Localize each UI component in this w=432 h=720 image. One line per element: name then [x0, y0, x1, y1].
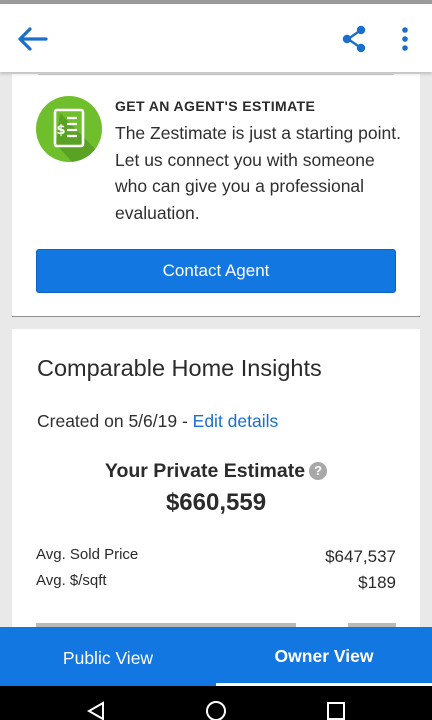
avg-sold-price-value: $647,537 — [325, 547, 396, 566]
section-divider — [12, 316, 420, 317]
view-tab-bar: Public View Owner View — [0, 627, 432, 686]
private-estimate-value: $660,559 — [165, 489, 267, 516]
private-estimate-label: Your Private Estimate — [104, 460, 306, 482]
comparable-insights-card: Comparable Home Insights Created on 5/6/… — [12, 329, 420, 649]
tab-public-view-label: Public View — [62, 648, 154, 668]
system-navigation-bar — [0, 686, 432, 720]
agent-estimate-description: The Zestimate is just a starting point. … — [115, 123, 401, 223]
clipped-stat-row — [36, 619, 396, 627]
svg-text:$: $ — [56, 123, 65, 138]
avg-price-per-sqft-label: Avg. $/sqft — [36, 572, 107, 589]
created-date-row: Created on 5/6/19 - Edit details — [37, 411, 278, 432]
tab-owner-view[interactable]: Owner View — [216, 627, 432, 686]
nav-back-icon[interactable] — [85, 700, 107, 720]
avg-price-per-sqft-value: $189 — [358, 573, 396, 592]
more-vertical-icon[interactable] — [394, 24, 416, 54]
help-icon[interactable]: ? — [309, 462, 328, 480]
nav-home-icon[interactable] — [205, 700, 227, 720]
created-date-text: Created on 5/6/19 - — [37, 411, 193, 431]
card-top-divider — [38, 74, 394, 75]
agent-estimate-card: $ GET AN AGENT'S ESTIMATE The Zestimate … — [12, 74, 420, 316]
nav-recents-icon[interactable] — [325, 700, 347, 720]
app-toolbar — [0, 4, 432, 72]
document-dollar-icon: $ — [36, 96, 102, 162]
contact-agent-button[interactable]: Contact Agent — [36, 249, 396, 293]
private-estimate-heading: Your Private Estimate? — [12, 460, 420, 483]
insights-title: Comparable Home Insights — [37, 355, 322, 381]
edit-details-link[interactable]: Edit details — [193, 411, 279, 431]
share-icon[interactable] — [340, 24, 370, 54]
agent-estimate-title: GET AN AGENT'S ESTIMATE — [115, 98, 316, 114]
tab-owner-view-label: Owner View — [274, 646, 374, 666]
avg-sold-price-label: Avg. Sold Price — [36, 546, 139, 563]
tab-public-view[interactable]: Public View — [0, 627, 216, 686]
arrow-left-icon[interactable] — [16, 24, 50, 54]
